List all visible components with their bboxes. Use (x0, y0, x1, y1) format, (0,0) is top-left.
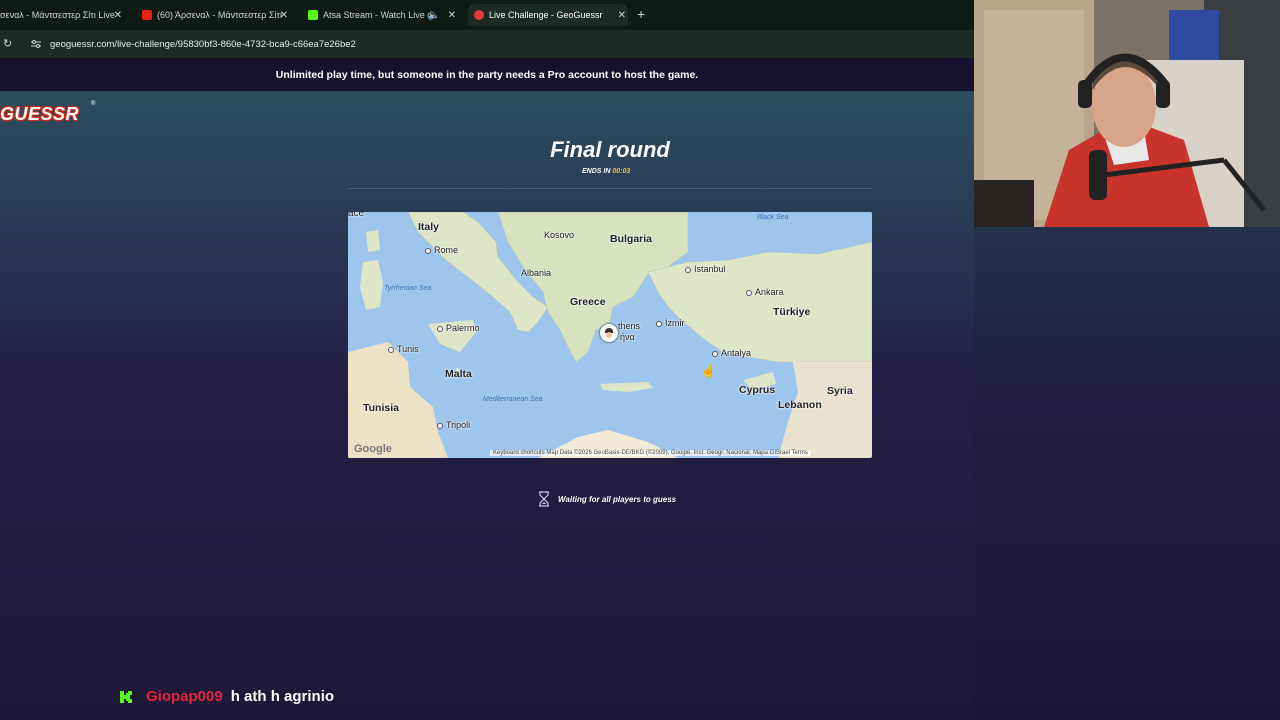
logo-registered-mark: ® (91, 101, 96, 107)
chat-username: Giopap009 (146, 688, 223, 705)
waiting-text: Waiting for all players to guess (558, 494, 677, 504)
map-label-antalya: Antalya (712, 348, 751, 358)
map-label-bulgaria: Bulgaria (610, 233, 653, 245)
game-background-right (974, 227, 1280, 720)
map-label-palermo: Palermo (437, 323, 480, 333)
close-icon[interactable]: ✕ (114, 10, 122, 21)
guess-map[interactable]: ace Italy Rome Kosovo Bulgaria Albania I… (348, 212, 872, 458)
tab-title: Live Challenge - GeoGuessr (489, 10, 603, 20)
reload-icon[interactable]: ↻ (3, 37, 12, 50)
chat-text: h ath h agrinio (230, 688, 335, 705)
browser-tab-bar: σεναλ - Μάντσεστερ Σίτι Live ✕ (60) Άρσε… (0, 0, 974, 30)
waiting-status: Waiting for all players to guess (538, 491, 676, 507)
geoguessr-logo[interactable]: GUESSR (0, 104, 79, 125)
hourglass-icon (539, 491, 549, 507)
logo-text: GUESSR (0, 104, 80, 124)
map-label-italy: Italy (418, 221, 440, 233)
map-label-black-sea: Black Sea (757, 214, 789, 221)
location-pin-icon (474, 10, 484, 20)
tab-title: Atsa Stream - Watch Live o (323, 10, 433, 20)
map-label-kosovo: Kosovo (544, 230, 575, 240)
map-label-tunisia: Tunisia (363, 402, 399, 414)
close-icon[interactable]: ✕ (280, 10, 288, 21)
new-tab-button[interactable]: + (637, 6, 645, 22)
address-bar: ↻ geoguessr.com/live-challenge/95830bf3-… (0, 30, 974, 58)
tab-title: σεναλ - Μάντσεστερ Σίτι Live (0, 10, 115, 20)
close-icon[interactable]: ✕ (618, 10, 626, 21)
tab-youtube[interactable]: (60) Άρσεναλ - Μάντσεστερ Σίτι ✕ (142, 4, 290, 26)
close-icon[interactable]: ✕ (448, 10, 456, 21)
map-label-tunis: Tunis (388, 344, 419, 354)
webcam-feed (974, 0, 1280, 227)
youtube-icon (142, 10, 152, 20)
map-label-greece: Greece (570, 296, 606, 308)
site-settings-icon[interactable] (31, 39, 41, 49)
ends-time: 00:03 (612, 168, 631, 175)
divider (348, 188, 872, 189)
kick-icon (308, 10, 318, 20)
map-label-izmir: İzmir (656, 318, 685, 328)
map-label-athens-greek: ήνα (620, 332, 635, 342)
map-label-syria: Syria (827, 385, 853, 397)
hand-cursor-icon: ☝ (701, 364, 716, 378)
map-label-ankara: Ankara (746, 287, 784, 297)
tab-arsenal-live[interactable]: σεναλ - Μάντσεστερ Σίτι Live ✕ (0, 4, 124, 26)
map-label-istanbul: Istanbul (685, 264, 726, 274)
player-avatar-pin[interactable] (600, 324, 618, 342)
map-label-ace: ace (348, 212, 365, 219)
map-label-malta: Malta (445, 368, 472, 380)
map-label-rome: Rome (425, 245, 458, 255)
map-label-lebanon: Lebanon (778, 399, 822, 411)
ends-label: ENDS IN (582, 168, 611, 175)
speaker-icon[interactable]: 🔈 (428, 10, 440, 21)
url-input[interactable]: geoguessr.com/live-challenge/95830bf3-86… (50, 39, 356, 50)
kick-logo-icon (120, 690, 132, 703)
map-attribution[interactable]: Keyboard shortcuts Map Data ©2026 GeoBas… (490, 450, 811, 456)
map-label-tyrrhenian-sea: Tyrrhenian Sea (384, 285, 432, 292)
map-label-albania: Albania (521, 268, 552, 278)
tab-geoguessr[interactable]: Live Challenge - GeoGuessr ✕ (468, 4, 628, 26)
tab-atsa-stream[interactable]: Atsa Stream - Watch Live o 🔈 ✕ (308, 4, 458, 26)
map-label-athens: thens (618, 321, 641, 331)
google-logo: Google (354, 443, 392, 455)
map-label-tripoli: Tripoli (437, 420, 470, 430)
map-label-turkiye: Türkiye (773, 306, 811, 318)
map-label-mediterranean-sea: Mediterranean Sea (483, 396, 543, 403)
chat-message: Giopap009 h ath h agrinio (119, 688, 334, 705)
map-label-cyprus: Cyprus (739, 384, 776, 396)
screen: σεναλ - Μάντσεστερ Σίτι Live ✕ (60) Άρσε… (0, 0, 1280, 720)
tab-title: (60) Άρσεναλ - Μάντσεστερ Σίτι (157, 10, 282, 20)
round-timer: ENDS IN 00:03 (582, 168, 630, 175)
streamer-image (974, 0, 1280, 227)
pro-banner: Unlimited play time, but someone in the … (0, 58, 974, 91)
